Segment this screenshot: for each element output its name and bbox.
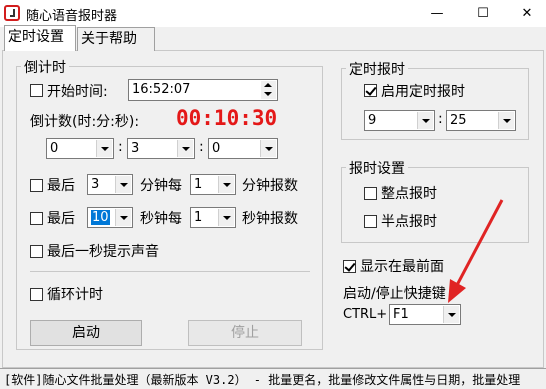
hourly-report-label: 整点报时 [381,186,437,202]
last-seconds-checkbox[interactable] [30,212,43,225]
countdown-display: 00:10:30 [176,106,278,130]
report-minute-select[interactable]: 25 [446,110,516,131]
dropdown-arrow-icon [218,176,234,193]
report-minute-value: 25 [450,113,467,128]
loop-label: 循环计时 [47,287,103,303]
hours-select[interactable]: 0 [46,138,114,159]
every-seconds-value: 1 [194,210,203,225]
half-hour-report-label: 半点报时 [381,214,437,230]
start-time-input[interactable]: 16:52:07 [128,79,278,101]
loop-checkbox[interactable] [30,288,43,301]
report-hour-select[interactable]: 9 [364,110,435,131]
last-minutes-checkbox[interactable] [30,179,43,192]
minutes-select[interactable]: 3 [127,138,195,159]
seconds-select[interactable]: 0 [208,138,278,159]
dropdown-arrow-icon [115,176,131,193]
minutes-value: 3 [131,141,140,156]
dropdown-arrow-icon [115,209,131,226]
dropdown-arrow-icon [177,140,193,157]
maximize-button[interactable]: ☐ [464,0,502,27]
every-minutes-value: 1 [194,177,203,192]
last-second-sound-label: 最后一秒提示声音 [47,244,159,260]
hotkey-label: 启动/停止快捷键 [343,286,446,302]
dropdown-arrow-icon [498,112,514,129]
tab-about-help[interactable]: 关于帮助 [77,27,155,51]
red-arrow-annotation [448,199,504,303]
last-minutes-value: 3 [91,177,100,192]
start-time-value: 16:52:07 [132,82,191,97]
countdown-count-label: 倒计数(时:分:秒): [30,114,140,130]
hours-value: 0 [50,141,59,156]
timed-report-group-title: 定时报时 [346,59,408,79]
start-button[interactable]: 启动 [30,320,142,346]
start-time-label: 开始时间: [47,84,108,100]
every-minutes-select[interactable]: 1 [190,174,236,195]
last-seconds-select[interactable]: 10 [87,207,133,228]
minute-every-label: 分钟每 [140,178,182,194]
tab-timer-settings[interactable]: 定时设置 [4,25,76,51]
second-report-label: 秒钟报数 [242,211,298,227]
colon-separator: : [438,111,443,127]
divider [30,271,310,272]
last-label: 最后 [47,178,75,194]
hotkey-modifier: CTRL+ [343,307,388,322]
seconds-value: 0 [212,141,221,156]
report-settings-group-title: 报时设置 [346,158,408,178]
dropdown-arrow-icon [417,112,433,129]
enable-timed-report-label: 启用定时报时 [381,84,465,100]
every-seconds-select[interactable]: 1 [190,207,236,228]
report-hour-value: 9 [368,113,377,128]
last-second-sound-checkbox[interactable] [30,245,43,258]
countdown-group-title: 倒计时 [21,57,69,77]
minimize-button[interactable]: — [418,0,456,27]
half-hour-report-checkbox[interactable] [364,215,377,228]
hotkey-value: F1 [393,307,409,322]
status-bar-text[interactable]: [软件]随心文件批量处理（最新版本 V3.2） - 批量更名，批量修改文件属性与… [4,371,544,388]
chevron-down-icon [264,92,272,96]
last-label: 最后 [47,211,75,227]
dropdown-arrow-icon [218,209,234,226]
always-on-top-checkbox[interactable] [343,260,356,273]
hourly-report-checkbox[interactable] [364,187,377,200]
last-minutes-select[interactable]: 3 [87,174,133,195]
minute-report-label: 分钟报数 [242,178,298,194]
stop-button[interactable]: 停止 [188,320,302,346]
colon-separator: : [199,139,204,155]
chevron-up-icon [264,83,272,87]
dropdown-arrow-icon [96,140,112,157]
app-icon [4,5,20,21]
window-title: 随心语音报时器 [26,9,118,24]
close-button[interactable]: ✕ [508,0,546,27]
dropdown-arrow-icon [260,140,276,157]
always-on-top-label: 显示在最前面 [360,259,444,275]
second-every-label: 秒钟每 [140,211,182,227]
start-time-checkbox[interactable] [30,84,43,97]
enable-timed-report-checkbox[interactable] [364,84,377,97]
last-seconds-value: 10 [91,210,110,225]
colon-separator: : [118,139,123,155]
